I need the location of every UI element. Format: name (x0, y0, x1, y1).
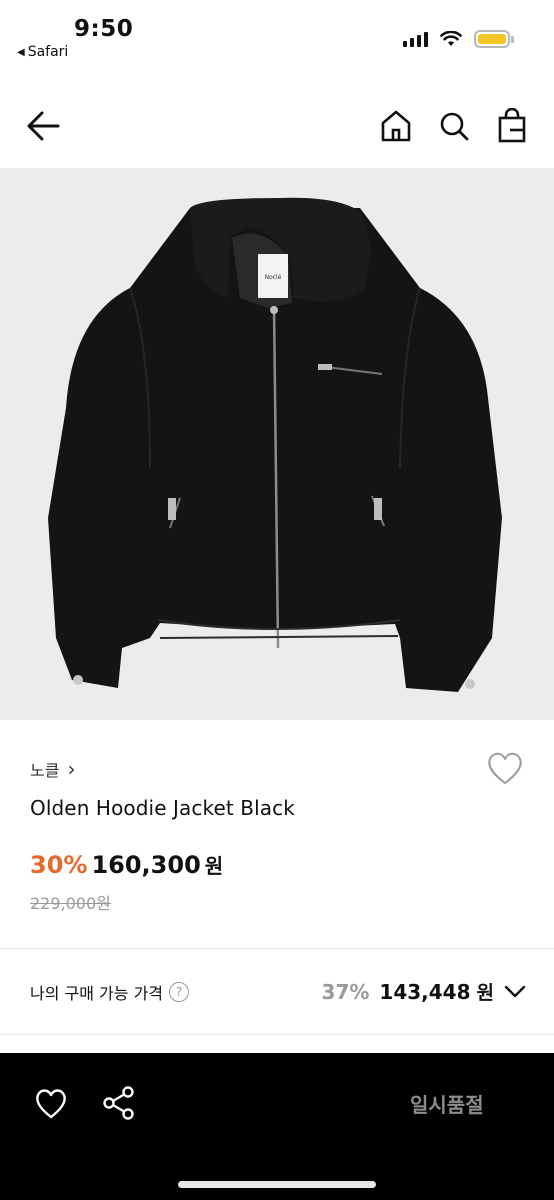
my-price-discount: 37% (321, 979, 370, 1004)
sale-price-currency: 원 (204, 854, 224, 878)
arrow-left-icon (27, 111, 60, 141)
search-button[interactable] (436, 106, 472, 146)
shopping-bag-button[interactable] (494, 106, 530, 146)
wifi-icon (440, 31, 462, 46)
status-time: 9:50 (74, 16, 134, 42)
home-indicator (178, 1181, 376, 1188)
top-nav-bar (0, 88, 554, 164)
home-icon (381, 110, 411, 142)
my-purchasable-price-row[interactable]: 나의 구매 가능 가격 ? 37% 143,448 원 (0, 950, 554, 1034)
back-triangle-icon: ◀ (17, 46, 25, 58)
heart-outline-icon (488, 752, 522, 784)
product-name: Olden Hoodie Jacket Black (30, 796, 295, 820)
share-button[interactable] (102, 1085, 136, 1121)
chevron-right-icon: › (67, 757, 76, 781)
heart-outline-icon (36, 1089, 66, 1119)
divider (0, 1034, 554, 1035)
shopping-bag-icon (498, 108, 526, 143)
my-price-amount: 143,448 (379, 979, 471, 1004)
status-bar: 9:50 ◀ Safari (0, 0, 554, 70)
label-tag-text: Noclé (265, 274, 282, 281)
search-icon (440, 112, 469, 141)
brand-name: 노클 (30, 761, 60, 780)
divider (0, 948, 554, 949)
back-to-app-link[interactable]: ◀ Safari (17, 44, 68, 60)
wishlist-button[interactable] (486, 750, 524, 786)
status-icons (403, 30, 514, 48)
jacket-illustration: Noclé (48, 197, 502, 692)
price-row: 30% 160,300 원 (30, 850, 223, 879)
share-icon (103, 1086, 134, 1120)
product-image[interactable]: Noclé (0, 168, 554, 720)
sale-price: 160,300 (91, 851, 201, 879)
help-icon[interactable]: ? (169, 982, 190, 1002)
back-button[interactable] (22, 106, 66, 146)
sold-out-button[interactable]: 일시품절 (410, 1089, 484, 1118)
original-price: 229,000원 (30, 894, 111, 913)
discount-rate: 30% (30, 851, 88, 879)
back-app-label: Safari (27, 44, 69, 60)
chevron-down-icon (504, 985, 526, 997)
cellular-signal-icon (403, 31, 428, 47)
brand-link[interactable]: 노클 › (30, 757, 75, 781)
my-price-currency: 원 (476, 982, 494, 1004)
bottom-action-bar: 일시품절 (0, 1053, 554, 1200)
home-button[interactable] (378, 106, 414, 146)
my-price-label: 나의 구매 가능 가격 (30, 984, 164, 1003)
battery-icon (474, 30, 514, 48)
bottom-wishlist-button[interactable] (34, 1087, 68, 1121)
